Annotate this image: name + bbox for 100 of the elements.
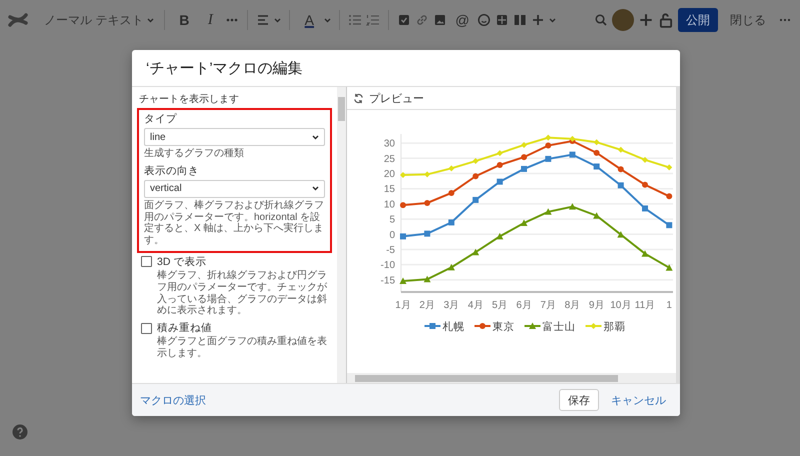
data-point [569, 152, 576, 158]
axis-label: 3月 [444, 300, 460, 311]
data-point [618, 146, 624, 153]
scrollbar[interactable] [337, 87, 346, 383]
data-point [642, 182, 648, 188]
data-point [521, 154, 527, 160]
data-point [666, 222, 672, 228]
axis-label: 0 [389, 230, 395, 241]
data-point [568, 203, 576, 210]
logo-icon[interactable] [8, 11, 28, 29]
data-point [472, 248, 480, 256]
axis-label: 30 [384, 138, 395, 150]
caret-icon [274, 18, 282, 22]
data-point [544, 208, 552, 215]
axis-label: 5月 [492, 300, 508, 311]
axis-label: 9月 [588, 300, 604, 311]
unlock-icon[interactable] [658, 12, 674, 28]
axis-label: 8月 [564, 300, 580, 311]
macro-select-link[interactable]: マクロの選択 [140, 392, 206, 408]
help-icon[interactable] [12, 424, 28, 440]
bullet-list-icon[interactable] [348, 13, 362, 27]
legend-label: 東京 [492, 321, 514, 333]
axis-label: 6月 [516, 300, 532, 311]
caret-icon [147, 18, 154, 22]
avatar[interactable] [612, 9, 634, 31]
help-text: 面グラフ、棒グラフおよび折れ線グラフ用のパラメーターです。horizontal を設定すると、X 軸は、上から下へ実行します。 [144, 200, 325, 247]
axis-label: 25 [384, 154, 395, 165]
axis-label: 7月 [540, 300, 556, 311]
emoji-icon[interactable] [477, 13, 492, 27]
data-point [520, 220, 528, 226]
plus-icon[interactable] [531, 13, 546, 27]
data-point [448, 165, 454, 172]
data-point [472, 196, 479, 203]
data-point [618, 182, 624, 188]
data-point [400, 202, 406, 208]
legend-label: 富士山 [542, 321, 576, 333]
data-point [496, 162, 503, 168]
axis-label: 10 [384, 199, 395, 210]
data-point [545, 142, 552, 149]
data-point [617, 231, 624, 238]
scrollbar[interactable] [347, 373, 676, 383]
plus-icon[interactable] [638, 12, 654, 28]
data-point [666, 193, 672, 200]
link-icon[interactable] [415, 13, 430, 27]
bold-button[interactable]: B [173, 8, 196, 32]
checkbox[interactable] [141, 256, 152, 268]
data-point [496, 178, 503, 185]
data-point [594, 164, 600, 170]
numbered-list-icon[interactable] [366, 13, 380, 27]
axis-label: 4月 [468, 300, 484, 311]
data-point [424, 171, 430, 178]
field-label: 表示の向き [144, 164, 200, 178]
data-point [521, 142, 527, 148]
axis-label: 15 [384, 184, 395, 196]
axis-label: -15 [380, 275, 395, 286]
dropdown[interactable]: line [144, 128, 325, 146]
axis-label: 1 [666, 300, 672, 311]
data-point [448, 190, 454, 196]
data-point [618, 166, 624, 172]
checkbox-label[interactable]: 積み重ね値 [157, 321, 212, 336]
refresh-icon[interactable] [353, 92, 364, 104]
data-point [594, 150, 600, 156]
checkbox-icon[interactable] [397, 13, 412, 27]
close-button[interactable]: 閉じる [722, 12, 774, 28]
dropdown[interactable]: vertical [144, 180, 325, 198]
columns-icon[interactable] [513, 13, 528, 27]
axis-label: 1月 [395, 300, 411, 311]
data-point [400, 172, 406, 178]
axis-label: 5 [389, 214, 395, 226]
dialog-title: ‘チャート’マクロの編集 [146, 58, 303, 78]
caret-icon [312, 134, 319, 140]
search-icon[interactable] [594, 13, 608, 27]
checkbox[interactable] [141, 322, 152, 334]
text-style-dropdown[interactable]: ノーマル テキスト [42, 8, 156, 32]
help-text: 生成するグラフの種類 [144, 148, 245, 160]
mention-button[interactable]: @ [451, 8, 474, 32]
help-text: 棒グラフ、折れ線グラフおよび円グラフ用のパラメーターです。チェックが入っている場合、グラフのデータは斜めに表示されます。 [156, 270, 328, 318]
data-point [545, 134, 552, 141]
caret-icon [324, 18, 332, 22]
image-icon[interactable] [433, 13, 448, 27]
data-point [594, 139, 600, 146]
italic-button[interactable]: I [199, 8, 222, 32]
axis-label: 2月 [419, 300, 435, 311]
data-point [642, 250, 648, 257]
caret-icon [312, 186, 319, 192]
cancel-button[interactable]: キャンセル [605, 392, 672, 408]
data-point [400, 233, 406, 240]
align-icon[interactable] [256, 13, 270, 27]
data-point [521, 166, 527, 172]
save-button[interactable]: 保存 [559, 389, 599, 411]
data-point [448, 264, 455, 270]
data-point [472, 173, 479, 180]
checkbox-label[interactable]: 3D で表示 [157, 254, 206, 269]
axis-label: 20 [384, 169, 395, 180]
table-icon[interactable] [495, 13, 510, 27]
field-label: タイプ [144, 112, 178, 126]
legend-label: 那覇 [604, 321, 626, 333]
text-color-button[interactable]: A [298, 8, 320, 32]
axis-label: -5 [386, 244, 395, 256]
publish-button[interactable]: 公開 [678, 8, 718, 32]
